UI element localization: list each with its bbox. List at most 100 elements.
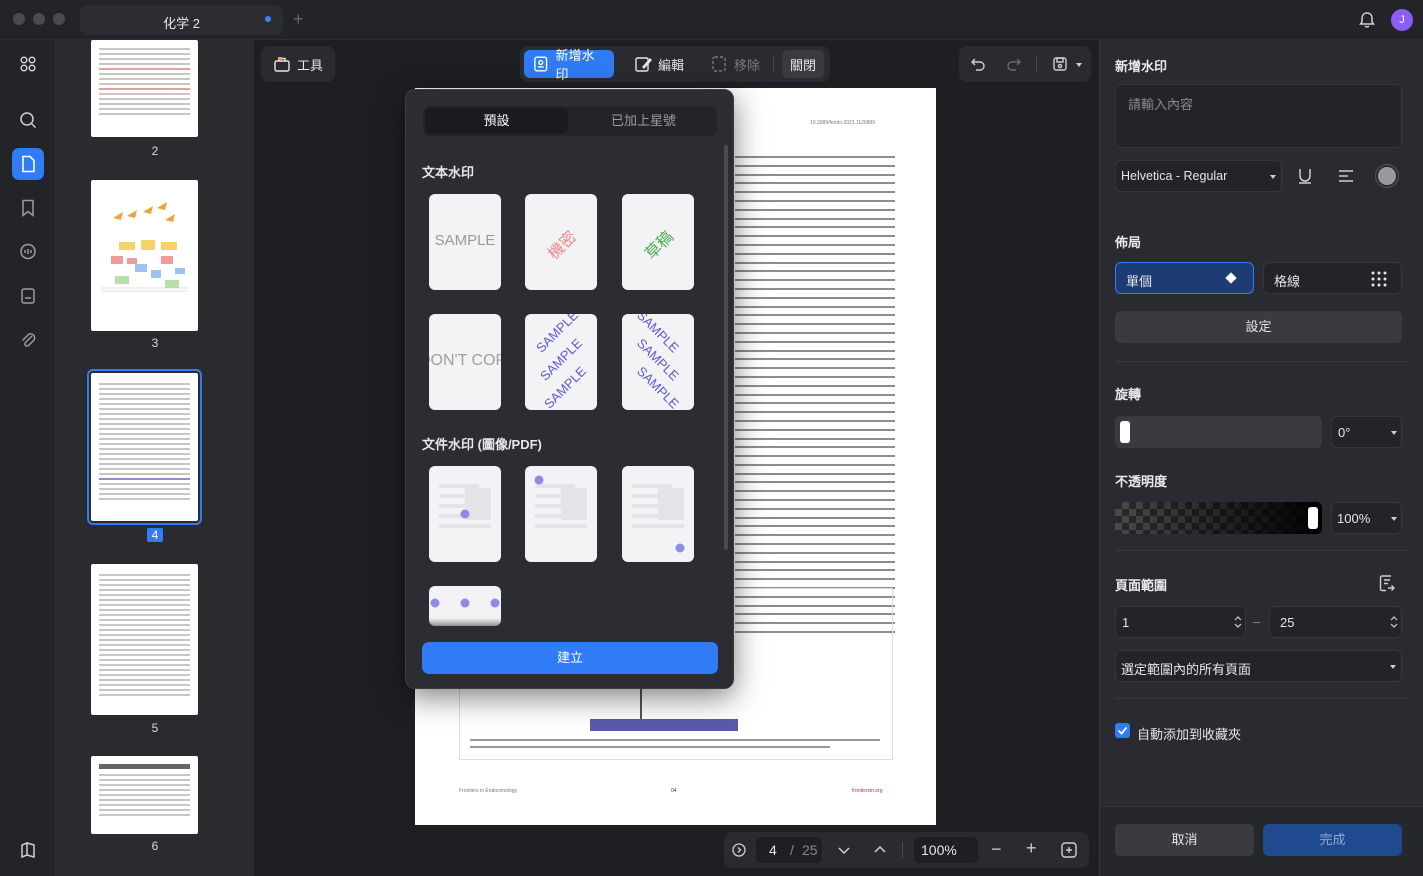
settings-button[interactable]: 設定 xyxy=(1115,311,1402,343)
align-left-icon[interactable] xyxy=(1336,166,1356,186)
section-divider xyxy=(1115,550,1409,551)
rotation-value: 0° xyxy=(1338,425,1351,440)
template-tabs: 預設 已加上星號 xyxy=(423,106,717,136)
opacity-slider[interactable] xyxy=(1115,502,1322,534)
grid-view-icon[interactable] xyxy=(12,48,44,80)
file-watermark-top-left[interactable] xyxy=(525,466,597,562)
tools-button[interactable]: 工具 xyxy=(265,50,331,78)
thumbnail-page-2[interactable] xyxy=(91,40,198,137)
layout-grid-option[interactable]: 格線 xyxy=(1263,262,1402,294)
opacity-slider-handle[interactable] xyxy=(1308,507,1318,529)
edit-watermark-button[interactable]: 編輯 xyxy=(626,50,692,78)
file-watermark-bottom-right[interactable] xyxy=(622,466,694,562)
new-tab-icon[interactable]: + xyxy=(293,9,304,30)
page-text-column xyxy=(735,156,895,640)
minimize-window-button[interactable] xyxy=(33,13,45,25)
edit-label: 編輯 xyxy=(658,57,685,73)
layout-single-label: 單個 xyxy=(1126,274,1153,289)
opacity-select[interactable]: 100% xyxy=(1331,502,1402,534)
zoom-out-icon[interactable]: − xyxy=(991,839,1002,860)
chevron-right-icon[interactable] xyxy=(732,843,746,857)
watermark-content-input[interactable]: 請輸入內容 xyxy=(1115,84,1402,148)
range-from-input[interactable]: 1 xyxy=(1115,606,1246,638)
unsaved-dot xyxy=(265,16,271,22)
attachment-icon[interactable] xyxy=(12,324,44,356)
history-group xyxy=(959,46,1091,82)
thumbnail-page-4[interactable] xyxy=(87,369,202,525)
stamp-icon[interactable] xyxy=(12,280,44,312)
close-window-button[interactable] xyxy=(13,13,25,25)
toolbox-icon xyxy=(274,57,290,72)
cancel-button[interactable]: 取消 xyxy=(1115,824,1254,856)
thumbnail-label: 5 xyxy=(151,721,159,735)
create-watermark-button[interactable]: 建立 xyxy=(422,642,718,674)
redo-icon xyxy=(1007,58,1021,71)
redo-button[interactable] xyxy=(997,50,1031,78)
save-button[interactable] xyxy=(1043,50,1077,78)
layout-single-option[interactable]: 單個 xyxy=(1115,262,1254,294)
watermark-toolbar: 新增水印 編輯 移除 關閉 xyxy=(520,46,830,82)
range-to-input[interactable]: 25 xyxy=(1269,606,1402,638)
rotation-select[interactable]: 0° xyxy=(1331,416,1402,448)
text-color-swatch[interactable] xyxy=(1375,164,1399,188)
sidebar-toggle-icon[interactable] xyxy=(12,834,44,866)
undo-button[interactable] xyxy=(961,50,995,78)
add-watermark-button[interactable]: 新增水印 xyxy=(524,48,614,82)
close-watermark-button[interactable]: 關閉 xyxy=(782,50,825,78)
zoom-window-button[interactable] xyxy=(53,13,65,25)
watermark-settings-panel: 新增水印 請輸入內容 Helvetica - Regular 佈局 單個 格線 … xyxy=(1099,40,1423,876)
save-options-chevron-icon[interactable] xyxy=(1076,63,1082,67)
search-icon[interactable] xyxy=(12,104,44,136)
avatar[interactable]: J xyxy=(1391,9,1413,31)
text-watermark-dont-copy[interactable]: DON'T COPY xyxy=(429,314,501,410)
text-watermark-confidential[interactable]: 機密 xyxy=(525,194,597,290)
section-divider xyxy=(1115,361,1409,362)
stepper-icon[interactable] xyxy=(1234,614,1242,630)
thumbnail-page-6[interactable] xyxy=(91,756,198,834)
pages-icon[interactable] xyxy=(12,148,44,180)
range-to-value: 25 xyxy=(1280,615,1295,630)
text-watermark-sample[interactable]: SAMPLE xyxy=(429,194,501,290)
tab-starred[interactable]: 已加上星號 xyxy=(572,108,715,134)
document-tab[interactable]: 化学 2 xyxy=(80,5,283,35)
zoom-in-icon[interactable]: + xyxy=(1026,838,1037,859)
list-fade xyxy=(422,618,718,634)
text-watermark-draft[interactable]: 草稿 xyxy=(622,194,694,290)
page-subset-select[interactable]: 選定範圍內的所有頁面 xyxy=(1115,650,1402,682)
edit-icon xyxy=(635,57,652,72)
zoom-field[interactable]: 100% xyxy=(914,837,978,863)
checkmark-icon xyxy=(1117,726,1128,735)
file-watermark-preview-icon xyxy=(439,484,491,528)
tab-preset[interactable]: 預設 xyxy=(425,108,568,134)
rotation-slider-handle[interactable] xyxy=(1120,421,1130,443)
done-button[interactable]: 完成 xyxy=(1263,824,1402,856)
bookmark-icon[interactable] xyxy=(12,192,44,224)
font-select[interactable]: Helvetica - Regular xyxy=(1115,160,1282,192)
page-range-heading: 頁面範圍 xyxy=(1115,578,1168,593)
figure-caption-line xyxy=(470,746,830,748)
previous-page-chevron-up-icon[interactable] xyxy=(873,843,887,857)
add-watermark-label: 新增水印 xyxy=(555,48,595,82)
thumbnail-label: 6 xyxy=(151,839,159,853)
popover-scrollbar[interactable] xyxy=(724,145,728,550)
stepper-icon[interactable] xyxy=(1390,614,1398,630)
opacity-heading: 不透明度 xyxy=(1115,474,1168,489)
page-number-input[interactable]: 4 / 25 xyxy=(756,837,822,863)
auto-add-checkbox[interactable] xyxy=(1115,723,1130,738)
chevron-down-icon xyxy=(1390,665,1396,669)
file-watermark-center[interactable] xyxy=(429,466,501,562)
thumbnail-page-5[interactable] xyxy=(91,564,198,715)
comment-icon[interactable] xyxy=(12,236,44,268)
page-range-icon[interactable] xyxy=(1377,573,1397,593)
fit-page-icon[interactable] xyxy=(1060,841,1078,859)
text-watermark-sample-diagonal[interactable]: SAMPLE SAMPLE SAMPLE xyxy=(622,314,694,410)
undo-icon xyxy=(971,58,985,71)
file-watermark-preview-icon xyxy=(534,475,587,528)
remove-watermark-button[interactable]: 移除 xyxy=(702,50,768,78)
underline-icon[interactable] xyxy=(1295,166,1315,186)
text-watermark-sample-tiled[interactable]: SAMPLE SAMPLE SAMPLE xyxy=(525,314,597,410)
bell-icon[interactable] xyxy=(1357,10,1377,30)
next-page-chevron-down-icon[interactable] xyxy=(837,843,851,857)
thumbnail-page-3[interactable] xyxy=(91,180,198,331)
rotation-slider[interactable] xyxy=(1115,416,1322,448)
